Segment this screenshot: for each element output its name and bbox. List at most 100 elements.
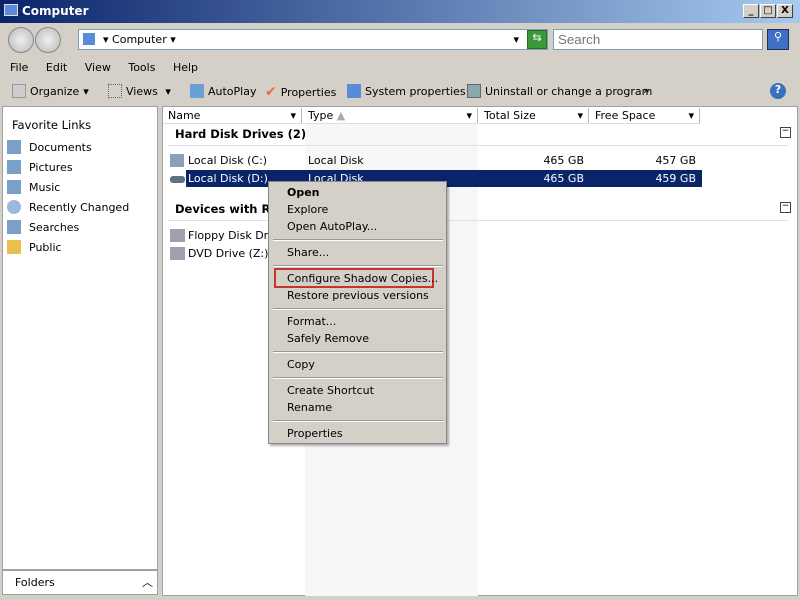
menu-item-restore-previous-versions[interactable]: Restore previous versions	[287, 289, 429, 302]
menu-item-rename[interactable]: Rename	[287, 401, 332, 414]
more-button[interactable]: »	[643, 84, 650, 97]
menu-item-create-shortcut[interactable]: Create Shortcut	[287, 384, 374, 397]
autoplay-icon	[190, 84, 204, 98]
uninstall-label: Uninstall or change a program	[485, 84, 653, 98]
collapse-icon[interactable]: −	[780, 202, 791, 213]
total-size: 465 GB	[543, 154, 584, 167]
separator	[273, 420, 443, 422]
system-properties-button[interactable]: System properties	[347, 84, 466, 98]
name: Floppy Disk Drive (A:)	[188, 229, 268, 242]
menu-item-configure-shadow-copies[interactable]: Configure Shadow Copies...	[287, 272, 438, 285]
views-button[interactable]: Views ▾	[108, 84, 171, 98]
collapse-icon[interactable]: −	[780, 127, 791, 138]
label: Recently Changed	[29, 200, 130, 214]
sidebar-item-documents[interactable]: Documents	[7, 140, 92, 154]
address-location[interactable]: Computer	[112, 33, 167, 46]
organize-button[interactable]: Organize ▾	[12, 84, 89, 98]
menu-item-open-autoplay[interactable]: Open AutoPlay...	[287, 220, 377, 233]
menu-item-copy[interactable]: Copy	[287, 358, 315, 371]
label: Searches	[29, 220, 80, 234]
drive-row[interactable]: Local Disk (C:) Local Disk 465 GB 457 GB	[168, 152, 700, 169]
divider	[168, 220, 788, 221]
context-menu: Open Explore Open AutoPlay... Share... C…	[268, 181, 447, 444]
menu-item-safely-remove[interactable]: Safely Remove	[287, 332, 369, 345]
chevron-up-icon: ︿	[142, 576, 153, 589]
group-header[interactable]: Hard Disk Drives (2)	[175, 127, 306, 141]
pictures-icon	[7, 160, 21, 174]
views-label: Views	[126, 84, 158, 98]
music-icon	[7, 180, 21, 194]
label: Pictures	[29, 160, 73, 174]
search-input[interactable]	[553, 29, 763, 50]
menu-item-explore[interactable]: Explore	[287, 203, 328, 216]
label: Documents	[29, 140, 92, 154]
menu-tools[interactable]: Tools	[128, 61, 155, 74]
separator	[273, 351, 443, 353]
dvd-icon	[170, 247, 185, 260]
label: Name	[168, 109, 201, 122]
minimize-button[interactable]: _	[743, 4, 759, 18]
total-size: 465 GB	[543, 172, 584, 185]
properties-label: Properties	[280, 85, 337, 99]
sidebar-item-music[interactable]: Music	[7, 180, 60, 194]
label: Total Size	[484, 109, 536, 122]
separator	[273, 265, 443, 267]
refresh-button[interactable]: ⇆	[527, 30, 547, 49]
sidebar-item-searches[interactable]: Searches	[7, 220, 79, 234]
sort-asc-icon: ▲	[336, 109, 346, 122]
recent-icon	[7, 200, 21, 214]
search-button[interactable]: ⚲	[767, 29, 789, 50]
drive-row[interactable]: DVD Drive (Z:)	[168, 245, 268, 262]
maximize-button[interactable]: □	[760, 4, 776, 18]
menu-help[interactable]: Help	[173, 61, 198, 74]
computer-icon	[4, 4, 18, 16]
system-icon	[347, 84, 361, 98]
help-icon[interactable]: ?	[770, 83, 786, 99]
label: Music	[29, 180, 61, 194]
sidebar-item-public[interactable]: Public	[7, 240, 62, 254]
group-header[interactable]: Devices with Removable Storage (2)	[175, 202, 268, 216]
menu-edit[interactable]: Edit	[46, 61, 67, 74]
column-header-total-size[interactable]: Total Size ▾	[479, 108, 589, 124]
sidebar-item-pictures[interactable]: Pictures	[7, 160, 73, 174]
menu-item-format[interactable]: Format...	[287, 315, 336, 328]
divider	[168, 145, 788, 146]
menu-item-open[interactable]: Open	[287, 186, 320, 199]
documents-icon	[7, 140, 21, 154]
drive-row[interactable]: Floppy Disk Drive (A:)	[168, 227, 268, 244]
title-bar: Computer	[0, 0, 800, 23]
drive-icon	[170, 176, 185, 183]
forward-button[interactable]	[35, 27, 61, 53]
name: Local Disk (D:)	[188, 172, 268, 185]
separator	[273, 308, 443, 310]
address-bar[interactable]: ▾ Computer ▾ ▾	[78, 29, 548, 50]
close-button[interactable]: X	[777, 4, 793, 18]
programs-icon	[467, 84, 481, 98]
column-header-type[interactable]: Type ▲ ▾	[303, 108, 478, 124]
menu-item-properties[interactable]: Properties	[287, 427, 343, 440]
properties-button[interactable]: ✔ Properties	[265, 84, 336, 100]
menu-bar: File Edit View Tools Help	[10, 61, 212, 74]
label: Public	[29, 240, 62, 254]
free-space: 459 GB	[655, 172, 696, 185]
organize-icon	[12, 84, 26, 98]
autoplay-button[interactable]: AutoPlay	[190, 84, 256, 98]
floppy-icon	[170, 229, 185, 242]
separator	[273, 239, 443, 241]
menu-view[interactable]: View	[85, 61, 111, 74]
free-space: 457 GB	[655, 154, 696, 167]
type: Local Disk	[308, 154, 364, 167]
menu-file[interactable]: File	[10, 61, 28, 74]
address-dropdown-icon[interactable]: ▾	[513, 33, 519, 46]
column-header-name[interactable]: Name ▾	[163, 108, 302, 124]
folders-bar[interactable]: Folders ︿	[2, 570, 158, 595]
name: DVD Drive (Z:)	[188, 247, 268, 260]
favorite-links-title: Favorite Links	[12, 118, 92, 132]
menu-item-share[interactable]: Share...	[287, 246, 329, 259]
chevron-down-icon: ▾	[103, 33, 113, 46]
column-header-free-space[interactable]: Free Space ▾	[590, 108, 700, 124]
uninstall-button[interactable]: Uninstall or change a program	[467, 84, 652, 98]
back-button[interactable]	[8, 27, 34, 53]
system-properties-label: System properties	[365, 84, 466, 98]
sidebar-item-recently-changed[interactable]: Recently Changed	[7, 200, 129, 214]
